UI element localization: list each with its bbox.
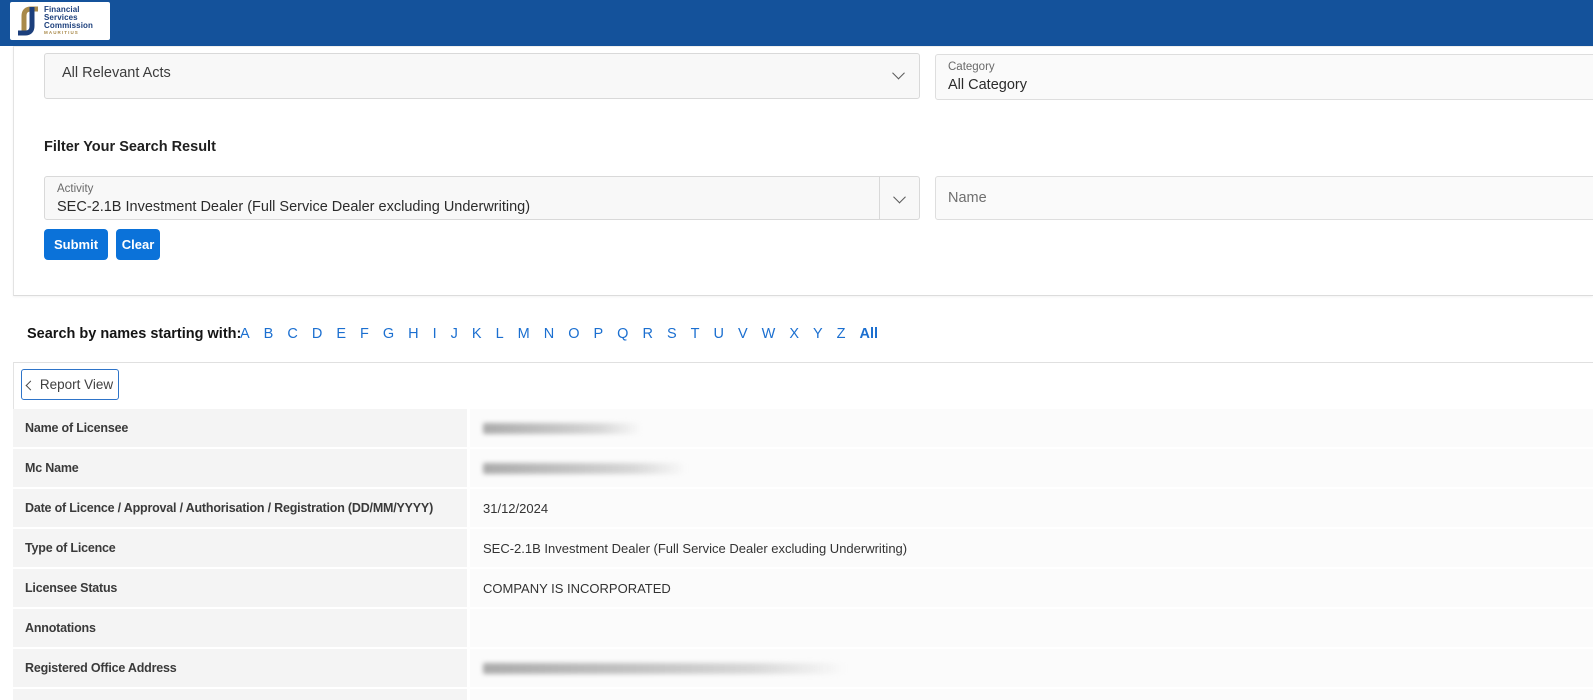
activity-label: Activity bbox=[57, 183, 93, 195]
row-label: Type of Licence bbox=[13, 529, 470, 569]
alpha-link-z[interactable]: Z bbox=[837, 326, 846, 342]
relevant-acts-value: All Relevant Acts bbox=[62, 65, 171, 81]
fsc-logo-text: Financial Services Commission MAURITIUS bbox=[44, 6, 93, 36]
row-value: 31/12/2024 bbox=[470, 489, 1593, 529]
alpha-link-n[interactable]: N bbox=[544, 326, 554, 342]
alpha-letter-links: ABCDEFGHIJKLMNOPQRSTUVWXYZ All bbox=[240, 326, 878, 342]
chevron-down-icon bbox=[892, 67, 905, 80]
name-field bbox=[935, 176, 1593, 220]
redacted-value bbox=[483, 463, 686, 474]
alpha-link-m[interactable]: M bbox=[518, 326, 530, 342]
chevron-down-icon bbox=[893, 190, 906, 203]
table-row: Annotations bbox=[13, 609, 1593, 649]
category-label: Category bbox=[948, 61, 995, 73]
redacted-value bbox=[483, 663, 845, 674]
alpha-link-d[interactable]: D bbox=[312, 326, 322, 342]
table-row bbox=[13, 689, 1593, 700]
logo-line-3: Commission bbox=[44, 22, 93, 30]
alpha-link-l[interactable]: L bbox=[496, 326, 504, 342]
table-row: Licensee StatusCOMPANY IS INCORPORATED bbox=[13, 569, 1593, 609]
alpha-link-c[interactable]: C bbox=[287, 326, 297, 342]
category-value: All Category bbox=[948, 77, 1027, 93]
alpha-link-y[interactable]: Y bbox=[813, 326, 823, 342]
table-row: Name of Licensee bbox=[13, 409, 1593, 449]
activity-value: SEC-2.1B Investment Dealer (Full Service… bbox=[57, 199, 530, 215]
alpha-link-h[interactable]: H bbox=[408, 326, 418, 342]
row-value bbox=[470, 449, 1593, 489]
row-label bbox=[13, 689, 470, 700]
name-input[interactable] bbox=[936, 177, 1593, 219]
row-value bbox=[470, 609, 1593, 649]
activity-dropdown-toggle[interactable] bbox=[879, 177, 919, 219]
row-value bbox=[470, 689, 1593, 700]
alpha-link-t[interactable]: T bbox=[691, 326, 700, 342]
alpha-link-r[interactable]: R bbox=[642, 326, 652, 342]
alpha-link-q[interactable]: Q bbox=[617, 326, 628, 342]
filter-heading: Filter Your Search Result bbox=[44, 139, 216, 155]
fsc-logo[interactable]: Financial Services Commission MAURITIUS bbox=[10, 2, 110, 40]
alpha-link-i[interactable]: I bbox=[433, 326, 437, 342]
alpha-link-f[interactable]: F bbox=[360, 326, 369, 342]
alpha-link-p[interactable]: P bbox=[594, 326, 604, 342]
alpha-link-x[interactable]: X bbox=[789, 326, 799, 342]
row-label: Licensee Status bbox=[13, 569, 470, 609]
relevant-acts-dropdown[interactable]: All Relevant Acts bbox=[44, 53, 920, 99]
row-value: SEC-2.1B Investment Dealer (Full Service… bbox=[470, 529, 1593, 569]
alpha-link-a[interactable]: A bbox=[240, 326, 250, 342]
redacted-value bbox=[483, 423, 641, 434]
alpha-link-b[interactable]: B bbox=[264, 326, 274, 342]
table-row: Date of Licence / Approval / Authorisati… bbox=[13, 489, 1593, 529]
logo-line-mauritius: MAURITIUS bbox=[44, 31, 93, 36]
report-view-label: Report View bbox=[40, 377, 113, 392]
alpha-link-o[interactable]: O bbox=[568, 326, 579, 342]
alpha-link-all[interactable]: All bbox=[860, 326, 879, 342]
fsc-logo-icon bbox=[16, 6, 40, 36]
activity-dropdown[interactable]: Activity SEC-2.1B Investment Dealer (Ful… bbox=[44, 176, 920, 220]
alpha-link-k[interactable]: K bbox=[472, 326, 482, 342]
alpha-link-s[interactable]: S bbox=[667, 326, 677, 342]
alpha-link-e[interactable]: E bbox=[336, 326, 346, 342]
alpha-link-v[interactable]: V bbox=[738, 326, 748, 342]
submit-button[interactable]: Submit bbox=[44, 229, 108, 260]
row-label: Mc Name bbox=[13, 449, 470, 489]
alpha-link-w[interactable]: W bbox=[762, 326, 776, 342]
row-label: Name of Licensee bbox=[13, 409, 470, 449]
clear-button[interactable]: Clear bbox=[116, 229, 160, 260]
report-view-button[interactable]: Report View bbox=[21, 369, 119, 400]
row-value bbox=[470, 409, 1593, 449]
table-row: Mc Name bbox=[13, 449, 1593, 489]
chevron-left-icon bbox=[25, 380, 35, 390]
category-field[interactable]: Category All Category bbox=[935, 54, 1593, 100]
top-navbar: Financial Services Commission MAURITIUS bbox=[0, 0, 1593, 46]
alpha-link-g[interactable]: G bbox=[383, 326, 394, 342]
alpha-search-label: Search by names starting with: bbox=[27, 326, 241, 342]
row-label: Date of Licence / Approval / Authorisati… bbox=[13, 489, 470, 529]
table-row: Type of LicenceSEC-2.1B Investment Deale… bbox=[13, 529, 1593, 569]
alpha-link-u[interactable]: U bbox=[713, 326, 723, 342]
row-label: Annotations bbox=[13, 609, 470, 649]
row-value: COMPANY IS INCORPORATED bbox=[470, 569, 1593, 609]
alpha-link-j[interactable]: J bbox=[451, 326, 458, 342]
page: Financial Services Commission MAURITIUS … bbox=[0, 0, 1593, 700]
row-value bbox=[470, 649, 1593, 689]
table-row: Registered Office Address bbox=[13, 649, 1593, 689]
row-label: Registered Office Address bbox=[13, 649, 470, 689]
licensee-detail-table: Name of LicenseeMc NameDate of Licence /… bbox=[13, 409, 1593, 700]
